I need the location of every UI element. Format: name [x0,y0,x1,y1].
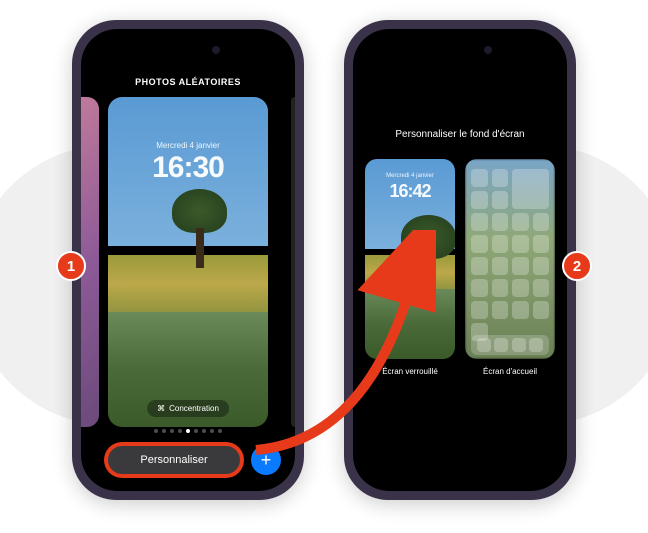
wallpaper-pair-container: Mercredi 4 janvier 16:42 Écran verrouill… [365,159,555,376]
app-icon-placeholder [492,279,509,297]
dynamic-island [422,39,498,61]
app-icon-placeholder [512,213,529,231]
customize-header-title: Personnaliser le fond d'écran [353,129,567,140]
app-icon-placeholder [533,213,550,231]
customize-button[interactable]: Personnaliser [105,443,243,477]
lockscreen-preview-card[interactable]: Mercredi 4 janvier 16:42 Écran verrouill… [365,159,455,376]
wallpaper-category-title: PHOTOS ALÉATOIRES [81,77,295,87]
dock-app-icon [529,338,543,352]
app-icon-placeholder [471,191,488,209]
app-icon-placeholder [533,301,550,319]
camera-dot [212,46,220,54]
widget-placeholder [512,169,549,209]
camera-dot [484,46,492,54]
dock [471,335,549,355]
next-wallpaper-peek[interactable] [291,97,295,427]
page-dot [202,429,206,433]
app-icon-placeholder [471,257,488,275]
app-icon-placeholder [512,235,529,253]
app-icon-placeholder [533,279,550,297]
page-dot [162,429,166,433]
page-dot [194,429,198,433]
step-callout-2: 2 [562,251,592,281]
app-icon-grid [471,169,549,331]
current-wallpaper-preview[interactable]: Mercredi 4 janvier 16:30 ⌘ Concentration [108,97,268,427]
app-icon-placeholder [492,301,509,319]
homescreen-preview [465,159,555,359]
page-indicator [81,429,295,433]
focus-label: Concentration [169,404,219,413]
app-icon-placeholder [492,213,509,231]
dock-app-icon [512,338,526,352]
phone-frame-2: Personnaliser le fond d'écran Mer [344,20,576,500]
link-icon: ⌘ [157,404,165,413]
app-icon-placeholder [492,257,509,275]
lockscreen-label: Écran verrouillé [365,367,455,376]
dock-app-icon [494,338,508,352]
app-icon-placeholder [471,213,488,231]
page-dot [210,429,214,433]
phone-screen-2: Personnaliser le fond d'écran Mer [353,29,567,491]
page-dot [170,429,174,433]
app-icon-placeholder [492,191,509,209]
lockscreen-preview: Mercredi 4 janvier 16:42 [365,159,455,359]
phone-screen-1: PHOTOS ALÉATOIRES Mercredi 4 janvier 16:… [81,29,295,491]
app-icon-placeholder [471,279,488,297]
add-wallpaper-button[interactable]: + [251,445,281,475]
wallpaper-carousel[interactable]: Mercredi 4 janvier 16:30 ⌘ Concentration [81,97,295,427]
homescreen-label: Écran d'accueil [465,367,555,376]
lockscreen-date: Mercredi 4 janvier [108,141,268,150]
app-icon-placeholder [471,235,488,253]
lockscreen-time: 16:42 [365,181,455,202]
page-dot-active [186,429,190,433]
app-icon-placeholder [471,301,488,319]
app-icon-placeholder [471,169,488,187]
dock-app-icon [477,338,491,352]
page-dot [218,429,222,433]
lockscreen-time: 16:30 [108,151,268,185]
app-icon-placeholder [533,235,550,253]
app-icon-placeholder [512,279,529,297]
page-dot [178,429,182,433]
app-icon-placeholder [492,235,509,253]
phone-frame-1: PHOTOS ALÉATOIRES Mercredi 4 janvier 16:… [72,20,304,500]
app-icon-placeholder [512,257,529,275]
focus-mode-pill[interactable]: ⌘ Concentration [147,400,229,417]
step-callout-1: 1 [56,251,86,281]
page-dot [154,429,158,433]
app-icon-placeholder [492,169,509,187]
app-icon-placeholder [512,301,529,319]
bottom-action-bar: Personnaliser + [105,443,281,477]
app-icon-placeholder [533,257,550,275]
homescreen-preview-card[interactable]: Écran d'accueil [465,159,555,376]
dynamic-island [150,39,226,61]
lockscreen-date: Mercredi 4 janvier [365,173,455,179]
